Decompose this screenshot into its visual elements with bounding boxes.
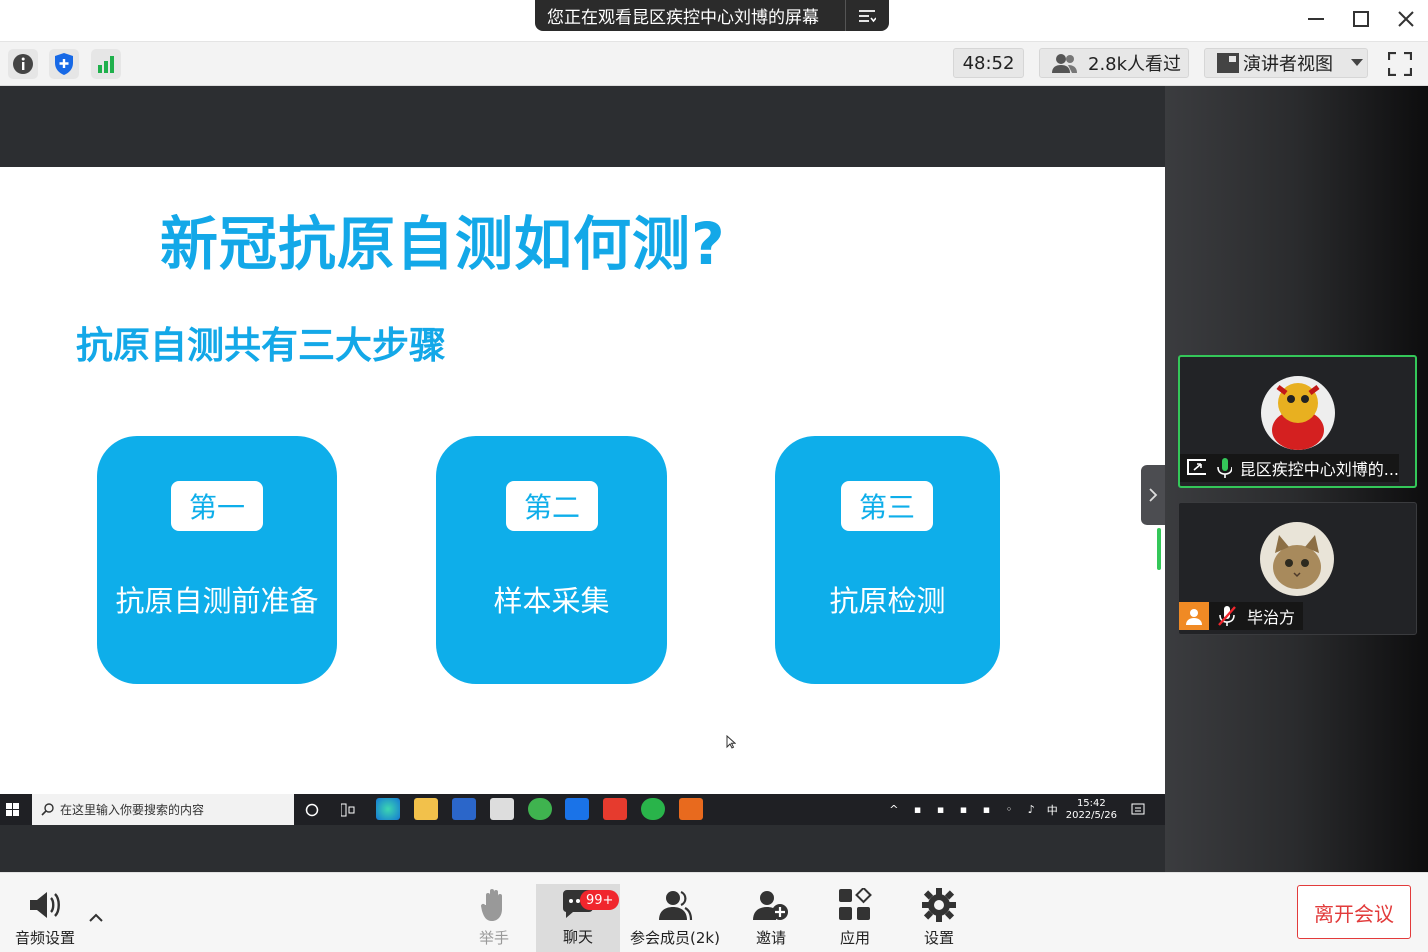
notification-icon[interactable] [1131, 803, 1145, 817]
speaker-icon [30, 892, 60, 918]
gear-icon [922, 888, 956, 922]
mouse-cursor-icon [726, 735, 736, 749]
meeting-timer: 48:52 [953, 48, 1024, 78]
participant-tile[interactable]: 昆区疾控中心刘博的... [1178, 355, 1417, 488]
hand-icon [481, 889, 502, 921]
control-bar: 音频设置 举手 聊天 99+ 参会成员(2k) 邀请 应用 设置 离开会议 [0, 872, 1428, 952]
slide-title: 新冠抗原自测如何测? [160, 210, 726, 278]
chevron-right-icon [1149, 488, 1158, 502]
minimize-icon[interactable] [1299, 4, 1333, 34]
browser-green-icon[interactable] [528, 798, 552, 820]
chat-button[interactable]: 聊天 99+ [536, 884, 620, 952]
step-tag: 第三 [841, 481, 933, 531]
close-icon[interactable] [1389, 4, 1423, 34]
step-tag: 第一 [171, 481, 263, 531]
security-shield-icon[interactable] [49, 49, 79, 79]
microphone-on-icon [1217, 458, 1232, 478]
participant-tile[interactable]: 毕治方 [1178, 502, 1417, 635]
step-card-3: 第三 抗原检测 [775, 436, 1000, 684]
step-label: 抗原自测前准备 [115, 584, 319, 618]
taskbar-date: 2022/5/26 [1065, 809, 1117, 821]
members-button[interactable]: 参会成员(2k) [626, 885, 724, 951]
taskbar-time: 15:42 [1076, 797, 1106, 809]
participant-namebar: 毕治方 [1179, 602, 1303, 630]
collapse-panel-button[interactable] [1141, 465, 1165, 525]
slide-subtitle: 抗原自测共有三大步骤 [76, 324, 446, 367]
participant-namebar: 昆区疾控中心刘博的... [1180, 454, 1399, 482]
cortana-icon[interactable] [305, 803, 319, 817]
meeting-app-icon[interactable] [565, 798, 589, 820]
user-icon [1179, 602, 1209, 630]
ime-indicator[interactable]: 中 [1047, 802, 1058, 818]
microphone-muted-icon [1218, 606, 1236, 626]
step-card-1: 第一 抗原自测前准备 [97, 436, 337, 684]
avatar [1260, 522, 1334, 596]
step-tag: 第二 [506, 481, 598, 531]
invite-label: 邀请 [755, 929, 786, 947]
search-icon [41, 803, 54, 816]
step-card-2: 第二 样本采集 [436, 436, 667, 684]
chevron-down-icon [1351, 59, 1363, 66]
settings-button[interactable]: 设置 [897, 885, 981, 951]
members-icon [659, 890, 693, 921]
windows-start-icon[interactable] [6, 803, 20, 817]
file-explorer-icon[interactable] [414, 798, 438, 820]
share-banner[interactable]: 您正在观看昆区疾控中心刘博的屏幕 [535, 0, 889, 31]
fullscreen-icon[interactable] [1385, 49, 1415, 79]
edge-icon[interactable] [376, 798, 400, 820]
layout-icon [1217, 53, 1239, 73]
audio-settings-label: 音频设置 [14, 929, 75, 947]
apps-label: 应用 [839, 929, 870, 947]
chat-label: 聊天 [562, 928, 593, 946]
taskbar-search-placeholder: 在这里输入你要搜索的内容 [60, 803, 205, 817]
wps-icon[interactable] [603, 798, 627, 820]
raise-hand-button[interactable]: 举手 [452, 885, 536, 951]
task-view-icon[interactable] [341, 803, 355, 817]
windows-taskbar: 在这里输入你要搜索的内容 ^ ▪ ▪ ▪ ▪ ◦ ♪ 中 15:42 2022/… [0, 794, 1165, 825]
presentation-slide: 新冠抗原自测如何测? 抗原自测共有三大步骤 第一 抗原自测前准备 第二 样本采集… [0, 167, 1165, 795]
shared-screen: 新冠抗原自测如何测? 抗原自测共有三大步骤 第一 抗原自测前准备 第二 样本采集… [0, 86, 1165, 872]
people-icon [1052, 54, 1077, 73]
maximize-icon[interactable] [1344, 4, 1378, 34]
audio-settings-button[interactable]: 音频设置 [3, 885, 87, 951]
store-icon[interactable] [452, 798, 476, 820]
participant-panel: 昆区疾控中心刘博的... 毕治方 [1165, 86, 1428, 872]
volume-level-bar [1157, 528, 1161, 570]
raise-hand-label: 举手 [478, 929, 509, 947]
title-bar: 您正在观看昆区疾控中心刘博的屏幕 [0, 0, 1428, 42]
viewer-count-button[interactable]: 2.8k人看过 [1039, 48, 1189, 78]
members-label: 参会成员(2k) [630, 929, 720, 947]
add-user-icon [753, 891, 788, 920]
taskbar-search-input[interactable]: 在这里输入你要搜索的内容 [32, 794, 294, 825]
step-label: 抗原检测 [829, 584, 946, 618]
invite-button[interactable]: 邀请 [729, 885, 813, 951]
system-tray: ^ ▪ ▪ ▪ ▪ ◦ ♪ 中 15:42 2022/5/26 [889, 794, 1145, 825]
tray-icons[interactable]: ^ ▪ ▪ ▪ ▪ ◦ ♪ [889, 803, 1041, 816]
network-signal-icon[interactable] [91, 49, 121, 79]
apps-grid-icon [839, 888, 872, 920]
avatar [1261, 376, 1335, 450]
viewer-count-text: 2.8k人看过 [1088, 54, 1182, 75]
chat-unread-badge: 99+ [580, 890, 620, 910]
view-mode-text: 演讲者视图 [1243, 54, 1333, 75]
powerpoint-icon[interactable] [679, 798, 703, 820]
share-banner-text: 您正在观看昆区疾控中心刘博的屏幕 [547, 8, 819, 28]
participant-name: 昆区疾控中心刘博的... [1239, 460, 1399, 479]
step-label: 样本采集 [493, 584, 610, 618]
leave-meeting-button[interactable]: 离开会议 [1297, 885, 1411, 939]
wechat-icon[interactable] [641, 798, 665, 820]
participant-name: 毕治方 [1247, 608, 1296, 627]
settings-label: 设置 [923, 929, 954, 947]
taskbar-clock[interactable]: 15:42 2022/5/26 [1066, 798, 1117, 822]
menu-icon[interactable] [845, 0, 887, 31]
chevron-up-icon[interactable] [89, 913, 103, 923]
info-icon[interactable] [8, 49, 38, 79]
mail-icon[interactable] [490, 798, 514, 820]
apps-button[interactable]: 应用 [813, 885, 897, 951]
meeting-toolbar: 48:52 2.8k人看过 演讲者视图 [0, 42, 1428, 86]
screen-share-icon [1187, 459, 1207, 475]
view-mode-dropdown[interactable]: 演讲者视图 [1204, 48, 1368, 78]
